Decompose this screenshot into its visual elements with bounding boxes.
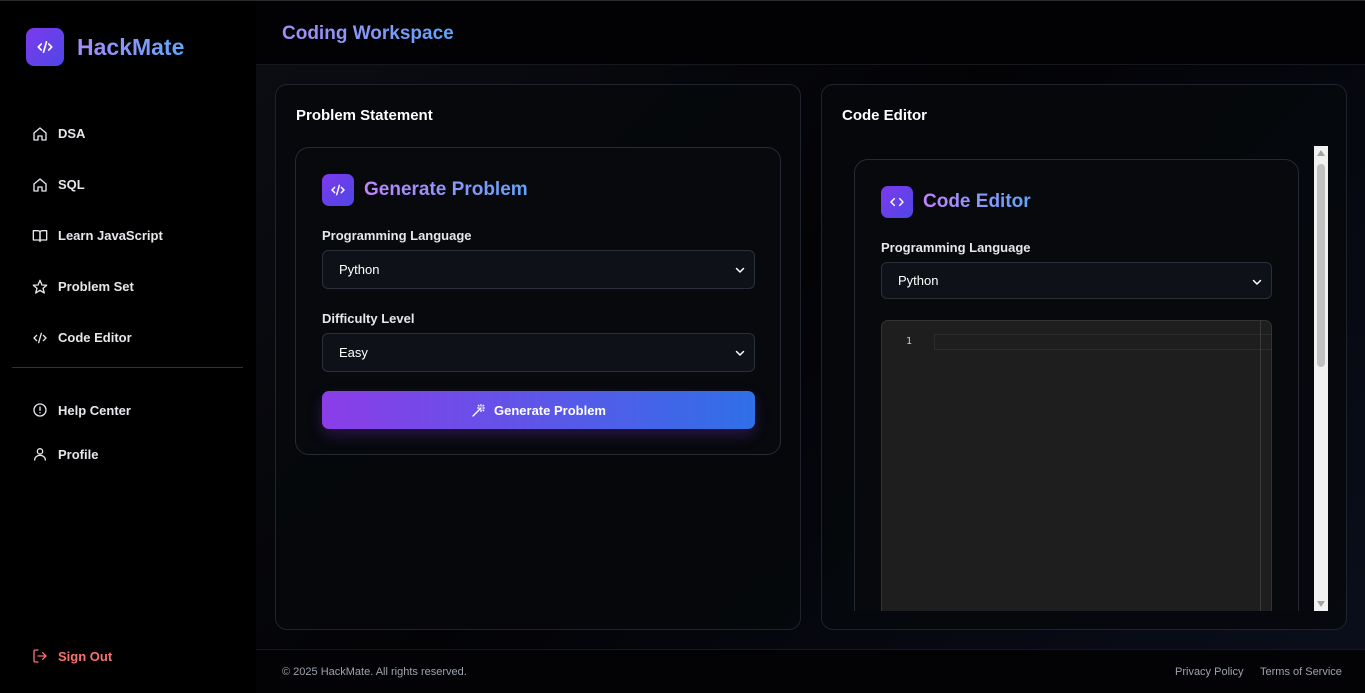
card-header: Code Editor [881,186,1031,218]
sidebar-item-label: Profile [58,446,99,462]
copyright: © 2025 HackMate. All rights reserved. [282,666,467,678]
panel-title: Code Editor [842,107,927,124]
generate-problem-button[interactable]: Generate Problem [322,391,755,429]
main-content: Coding Workspace Problem Statement Gener… [256,0,1365,693]
chevron-down-icon [735,350,745,356]
card-header: Generate Problem [322,174,528,206]
page-title: Coding Workspace [282,23,454,44]
chevron-down-icon [1252,279,1262,285]
card-title: Code Editor [923,191,1031,212]
book-icon [32,229,48,242]
log-out-icon [33,649,47,663]
difficulty-select[interactable]: Easy [322,333,755,372]
language-label: Programming Language [881,240,1031,255]
current-line-highlight [934,334,1271,350]
alert-circle-icon [33,403,47,417]
scroll-thumb[interactable] [1317,164,1325,367]
editor-panel: Code Editor Code Editor Programming Lang… [821,84,1347,630]
code-icon [33,332,47,343]
language-select[interactable]: Python [322,250,755,289]
problem-panel: Problem Statement Generate Problem Progr… [275,84,801,630]
sidebar-divider [12,367,243,368]
brand-name: HackMate [77,33,185,60]
code-icon [881,186,913,218]
terms-of-service-link[interactable]: Terms of Service [1260,666,1342,678]
sidebar-item-problem-set[interactable]: Problem Set [12,261,243,312]
code-editor-card: Code Editor Programming Language Python … [854,159,1299,611]
editor-ruler [1260,321,1261,611]
user-icon [34,448,46,461]
editor-language-select[interactable]: Python [881,262,1272,299]
sidebar-item-sql[interactable]: SQL [12,159,243,210]
scroll-down-arrow-icon[interactable] [1317,601,1325,607]
code-icon [322,174,354,206]
sidebar-item-label: Problem Set [58,279,134,294]
chevron-down-icon [735,267,745,273]
generate-problem-card: Generate Problem Programming Language Py… [295,147,781,455]
home-icon [33,177,47,192]
footer: © 2025 HackMate. All rights reserved. Pr… [256,649,1365,693]
generate-problem-label: Generate Problem [494,402,606,418]
sidebar-item-learn-javascript[interactable]: Learn JavaScript [12,210,243,261]
scroll-up-arrow-icon[interactable] [1317,150,1325,156]
language-label: Programming Language [322,228,472,243]
editor-language-value: Python [898,273,939,288]
sidebar-item-label: Learn JavaScript [58,228,163,243]
panel-title: Problem Statement [296,107,433,124]
sidebar-item-profile[interactable]: Profile [12,432,243,476]
sidebar-nav: DSA SQL Learn JavaScript Problem Set Cod… [12,108,243,363]
code-icon [26,28,64,66]
sidebar-item-label: DSA [58,126,86,141]
sign-out-label: Sign Out [58,648,113,664]
star-icon [32,279,48,294]
top-bar: Coding Workspace [256,0,1365,65]
home-icon [33,126,47,141]
code-input-area[interactable]: 1 [881,320,1272,611]
editor-scroll-area[interactable]: Code Editor Programming Language Python … [854,146,1327,611]
sidebar-item-help-center[interactable]: Help Center [12,388,243,432]
sign-out-button[interactable]: Sign Out [32,648,112,664]
sidebar-item-code-editor[interactable]: Code Editor [12,312,243,363]
card-title: Generate Problem [364,179,528,200]
privacy-policy-link[interactable]: Privacy Policy [1175,666,1243,678]
difficulty-label: Difficulty Level [322,311,415,326]
sidebar-item-label: SQL [58,177,85,192]
sidebar-item-dsa[interactable]: DSA [12,108,243,159]
sidebar-item-label: Help Center [58,402,131,418]
brand[interactable]: HackMate [26,28,184,66]
sidebar: HackMate DSA SQL Learn JavaScript Proble… [0,0,256,693]
sidebar-item-label: Code Editor [58,330,132,345]
line-number: 1 [906,336,913,347]
difficulty-select-value: Easy [339,345,368,360]
scrollbar[interactable] [1314,146,1328,611]
sidebar-secondary-nav: Help Center Profile [12,388,243,476]
language-select-value: Python [339,262,380,277]
magic-wand-icon [472,404,485,417]
